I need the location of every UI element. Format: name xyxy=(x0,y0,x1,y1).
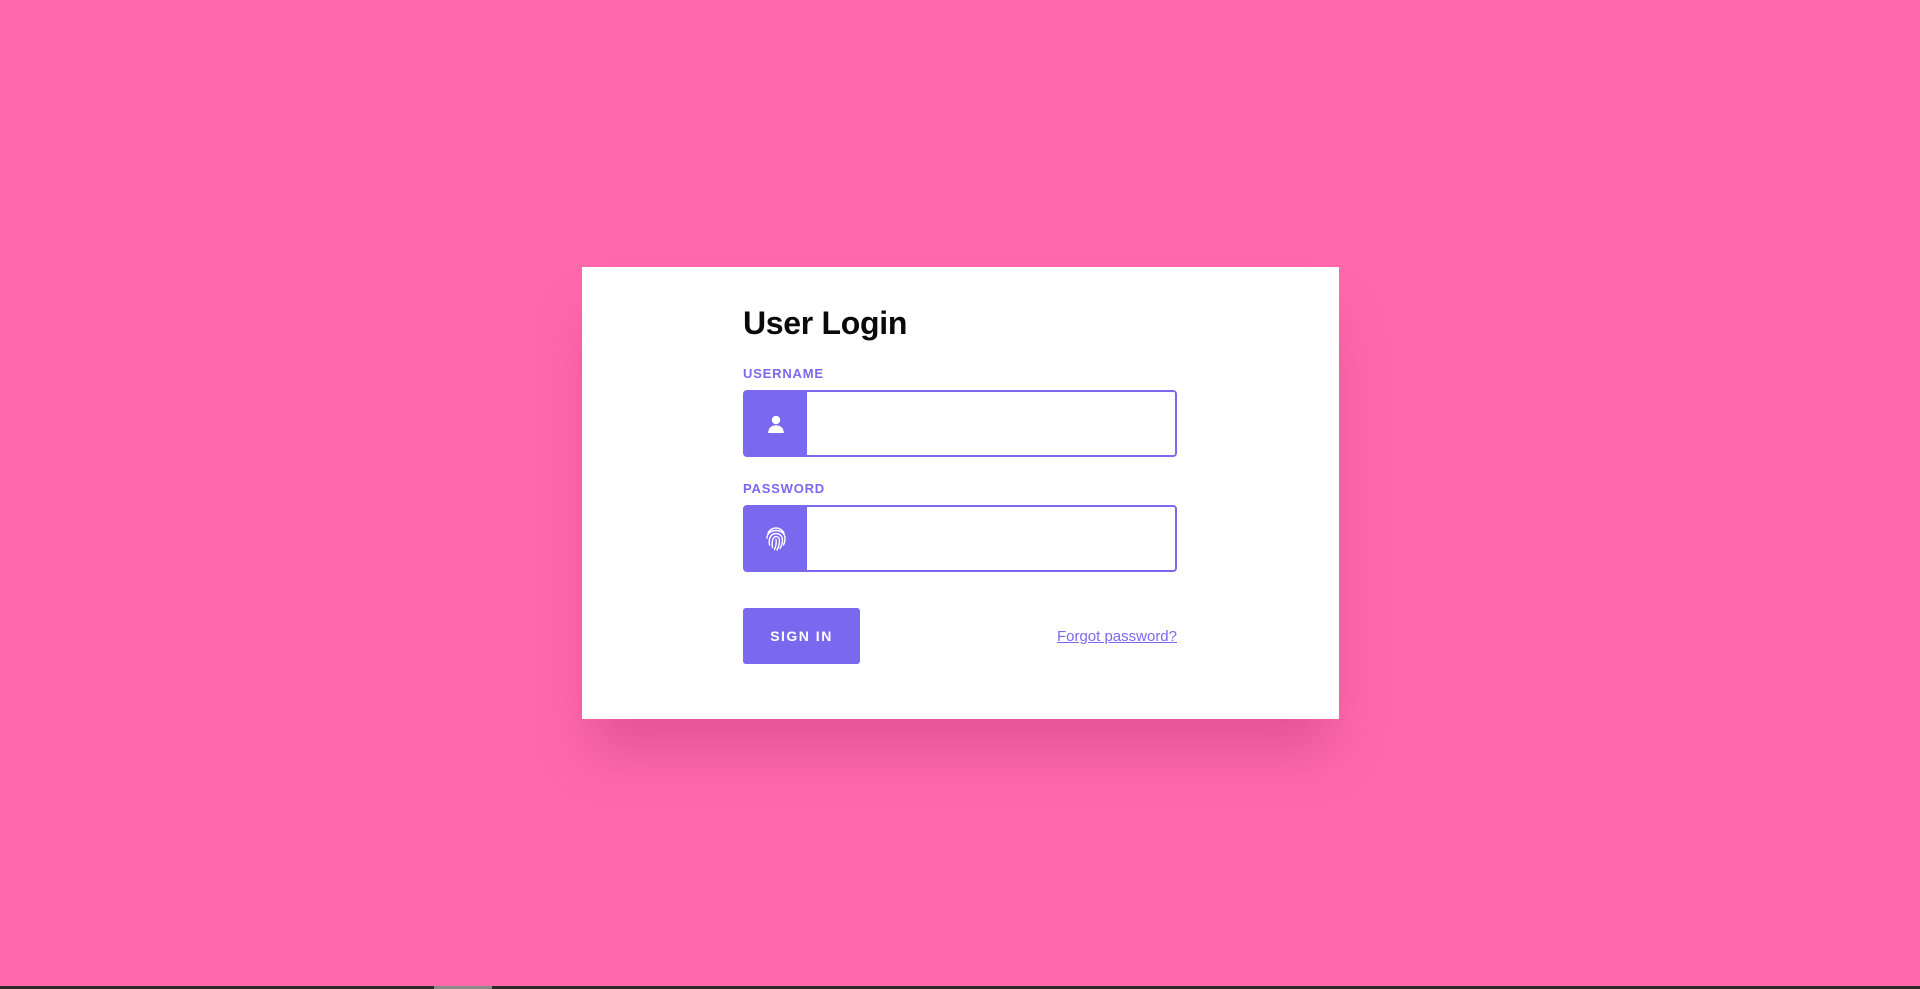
password-input-group xyxy=(743,505,1177,572)
login-title: User Login xyxy=(743,305,908,341)
username-input-group xyxy=(743,390,1177,457)
username-input[interactable] xyxy=(807,392,1175,455)
forgot-password-link[interactable]: Forgot password? xyxy=(1057,628,1177,645)
username-label: USERNAME xyxy=(743,366,824,381)
password-input[interactable] xyxy=(807,507,1175,570)
user-icon xyxy=(745,392,807,455)
password-label: PASSWORD xyxy=(743,481,825,496)
sign-in-button[interactable]: SIGN IN xyxy=(743,608,860,664)
login-form: User Login USERNAME PASSWORD SIGN IN For… xyxy=(743,303,1177,664)
fingerprint-icon xyxy=(745,507,807,570)
form-actions: SIGN IN Forgot password? xyxy=(743,608,1177,664)
login-card: User Login USERNAME PASSWORD SIGN IN For… xyxy=(582,267,1339,719)
